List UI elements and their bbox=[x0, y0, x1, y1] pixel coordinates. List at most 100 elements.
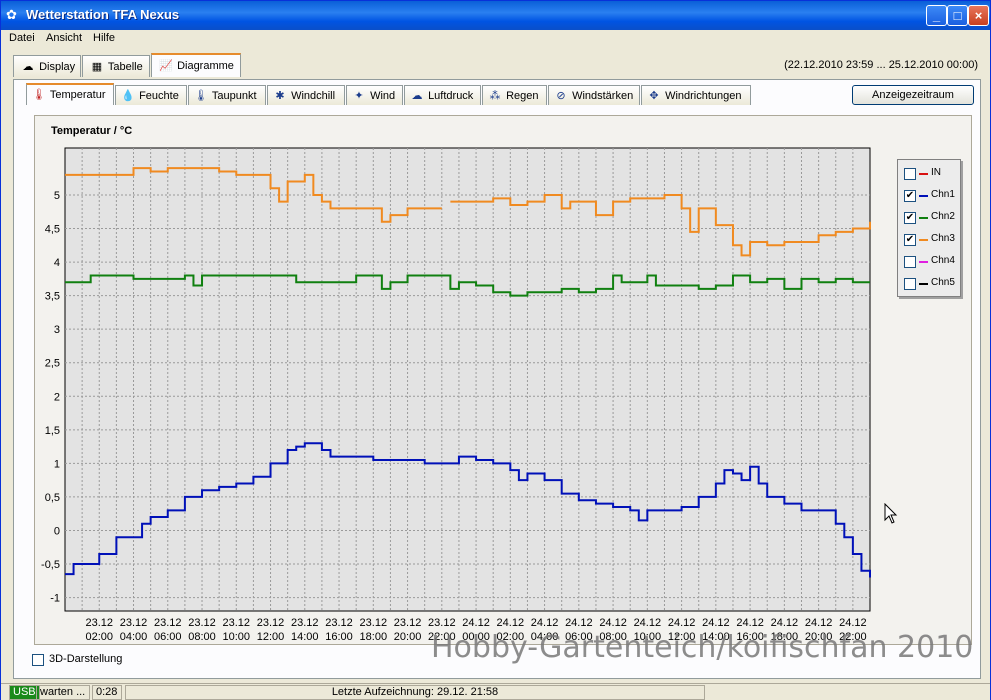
tab-display[interactable]: ☁ Display bbox=[13, 55, 81, 77]
tab-tabelle[interactable]: ▦ Tabelle bbox=[82, 55, 150, 77]
y-tick-label: 1,5 bbox=[45, 425, 60, 437]
3d-checkbox-label: 3D-Darstellung bbox=[49, 653, 123, 665]
x-tick-date: 23.12 bbox=[394, 617, 422, 629]
tab-windchill[interactable]: ✱ Windchill bbox=[267, 85, 345, 105]
y-tick-label: -0,5 bbox=[41, 559, 60, 571]
legend-swatch bbox=[919, 261, 928, 263]
legend-swatch bbox=[919, 239, 928, 241]
tab-temperatur-label: Temperatur bbox=[49, 89, 106, 101]
menu-hilfe[interactable]: Hilfe bbox=[93, 32, 115, 44]
x-tick-date: 24.12 bbox=[771, 617, 799, 629]
tab-windstaerken-label: Windstärken bbox=[572, 90, 634, 102]
y-tick-label: 0 bbox=[54, 525, 60, 537]
tab-regen-label: Regen bbox=[506, 90, 539, 102]
close-button[interactable]: × bbox=[968, 5, 989, 26]
y-tick-label: 5 bbox=[54, 190, 60, 202]
tab-diagramme[interactable]: 📈 Diagramme bbox=[151, 53, 241, 77]
legend-item-chn3[interactable]: ✔ Chn3 bbox=[904, 232, 960, 248]
legend-label: Chn5 bbox=[931, 277, 955, 288]
legend-label: Chn1 bbox=[931, 189, 955, 200]
legend-item-chn5[interactable]: Chn5 bbox=[904, 276, 960, 292]
tab-windstaerken[interactable]: ⊘ Windstärken bbox=[548, 85, 640, 105]
x-tick-time: 14:00 bbox=[291, 631, 319, 643]
x-tick-time: 04:00 bbox=[120, 631, 148, 643]
minimize-button[interactable]: _ bbox=[926, 5, 947, 26]
legend-checkbox-chn1[interactable]: ✔ bbox=[904, 190, 916, 202]
tab-windchill-label: Windchill bbox=[291, 90, 336, 102]
x-tick-date: 24.12 bbox=[702, 617, 730, 629]
legend-label: Chn3 bbox=[931, 233, 955, 244]
connection-state: warten ... bbox=[36, 685, 90, 700]
y-tick-label: 4,5 bbox=[45, 224, 60, 236]
window-title: Wetterstation TFA Nexus bbox=[26, 7, 180, 22]
chart-title: Temperatur / °C bbox=[51, 125, 133, 137]
legend-item-in[interactable]: IN bbox=[904, 166, 960, 182]
x-tick-time: 18:00 bbox=[360, 631, 388, 643]
rain-icon: ⁂ bbox=[489, 90, 501, 102]
dewpoint-icon: 🌡 bbox=[194, 90, 208, 102]
last-record: Letzte Aufzeichnung: 29.12. 21:58 bbox=[125, 685, 705, 700]
chart-icon: 📈 bbox=[159, 60, 173, 72]
3d-checkbox-box[interactable] bbox=[32, 654, 44, 666]
x-tick-date: 23.12 bbox=[428, 617, 456, 629]
x-tick-time: 16:00 bbox=[325, 631, 353, 643]
legend-checkbox-chn5[interactable] bbox=[904, 278, 916, 290]
legend-checkbox-chn3[interactable]: ✔ bbox=[904, 234, 916, 246]
tab-taupunkt[interactable]: 🌡 Taupunkt bbox=[188, 85, 266, 105]
tab-luftdruck-label: Luftdruck bbox=[428, 90, 474, 102]
tab-regen[interactable]: ⁂ Regen bbox=[482, 85, 547, 105]
tab-feuchte[interactable]: 💧 Feuchte bbox=[115, 85, 187, 105]
timer: 0:28 bbox=[92, 685, 122, 700]
status-bar: USB warten ... 0:28 Letzte Aufzeichnung:… bbox=[1, 683, 990, 700]
x-tick-time: 20:00 bbox=[394, 631, 422, 643]
legend-label: IN bbox=[931, 167, 941, 178]
legend-label: Chn2 bbox=[931, 211, 955, 222]
legend-item-chn1[interactable]: ✔ Chn1 bbox=[904, 188, 960, 204]
x-tick-date: 24.12 bbox=[565, 617, 593, 629]
tab-wind[interactable]: ✦ Wind bbox=[346, 85, 403, 105]
tab-taupunkt-label: Taupunkt bbox=[211, 90, 257, 102]
y-tick-label: 4 bbox=[54, 257, 60, 269]
x-tick-date: 24.12 bbox=[599, 617, 627, 629]
y-tick-label: 0,5 bbox=[45, 492, 60, 504]
temperature-chart: -1 -0,5 0 0,5 1 1,5 2 2,5 3 3,5 4 4,5 5 23.12 02:00 23.… bbox=[41, 147, 871, 643]
wind-strength-icon: ⊘ bbox=[556, 90, 566, 102]
tab-feuchte-label: Feuchte bbox=[139, 90, 179, 102]
plot-background bbox=[64, 147, 871, 612]
tab-temperatur[interactable]: 🌡 Temperatur bbox=[26, 83, 114, 105]
humidity-icon: 💧 bbox=[121, 90, 135, 102]
x-tick-date: 24.12 bbox=[668, 617, 696, 629]
x-tick-date: 23.12 bbox=[291, 617, 319, 629]
x-tick-time: 08:00 bbox=[188, 631, 216, 643]
y-tick-label: 1 bbox=[54, 458, 60, 470]
x-tick-date: 23.12 bbox=[223, 617, 251, 629]
x-tick-date: 23.12 bbox=[120, 617, 148, 629]
x-tick-date: 24.12 bbox=[462, 617, 490, 629]
legend-label: Chn4 bbox=[931, 255, 955, 266]
x-tick-date: 23.12 bbox=[257, 617, 285, 629]
menu-datei[interactable]: Datei bbox=[9, 32, 35, 44]
legend-swatch bbox=[919, 217, 928, 219]
legend-checkbox-chn4[interactable] bbox=[904, 256, 916, 268]
pressure-icon: ☁ bbox=[411, 90, 423, 102]
legend-swatch bbox=[919, 195, 928, 197]
y-tick-label: 2,5 bbox=[45, 358, 60, 370]
thermometer-icon: 🌡 bbox=[32, 89, 46, 101]
legend-swatch bbox=[919, 173, 928, 175]
legend-item-chn4[interactable]: Chn4 bbox=[904, 254, 960, 270]
tab-tabelle-label: Tabelle bbox=[107, 61, 143, 73]
legend-item-chn2[interactable]: ✔ Chn2 bbox=[904, 210, 960, 226]
app-window: ✿ Wetterstation TFA Nexus _ □ × Datei An… bbox=[0, 0, 991, 700]
tab-luftdruck[interactable]: ☁ Luftdruck bbox=[404, 85, 481, 105]
x-tick-time: 02:00 bbox=[85, 631, 113, 643]
title-bar[interactable]: ✿ Wetterstation TFA Nexus _ □ × bbox=[1, 1, 990, 30]
tab-windrichtungen[interactable]: ✥ Windrichtungen bbox=[641, 85, 751, 105]
legend-checkbox-in[interactable] bbox=[904, 168, 916, 180]
legend-swatch bbox=[919, 283, 928, 285]
anzeigezeitraum-button[interactable]: Anzeigezeitraum bbox=[852, 85, 974, 105]
maximize-button[interactable]: □ bbox=[947, 5, 968, 26]
x-tick-date: 24.12 bbox=[634, 617, 662, 629]
legend-checkbox-chn2[interactable]: ✔ bbox=[904, 212, 916, 224]
menu-ansicht[interactable]: Ansicht bbox=[46, 32, 82, 44]
x-tick-date: 23.12 bbox=[360, 617, 388, 629]
